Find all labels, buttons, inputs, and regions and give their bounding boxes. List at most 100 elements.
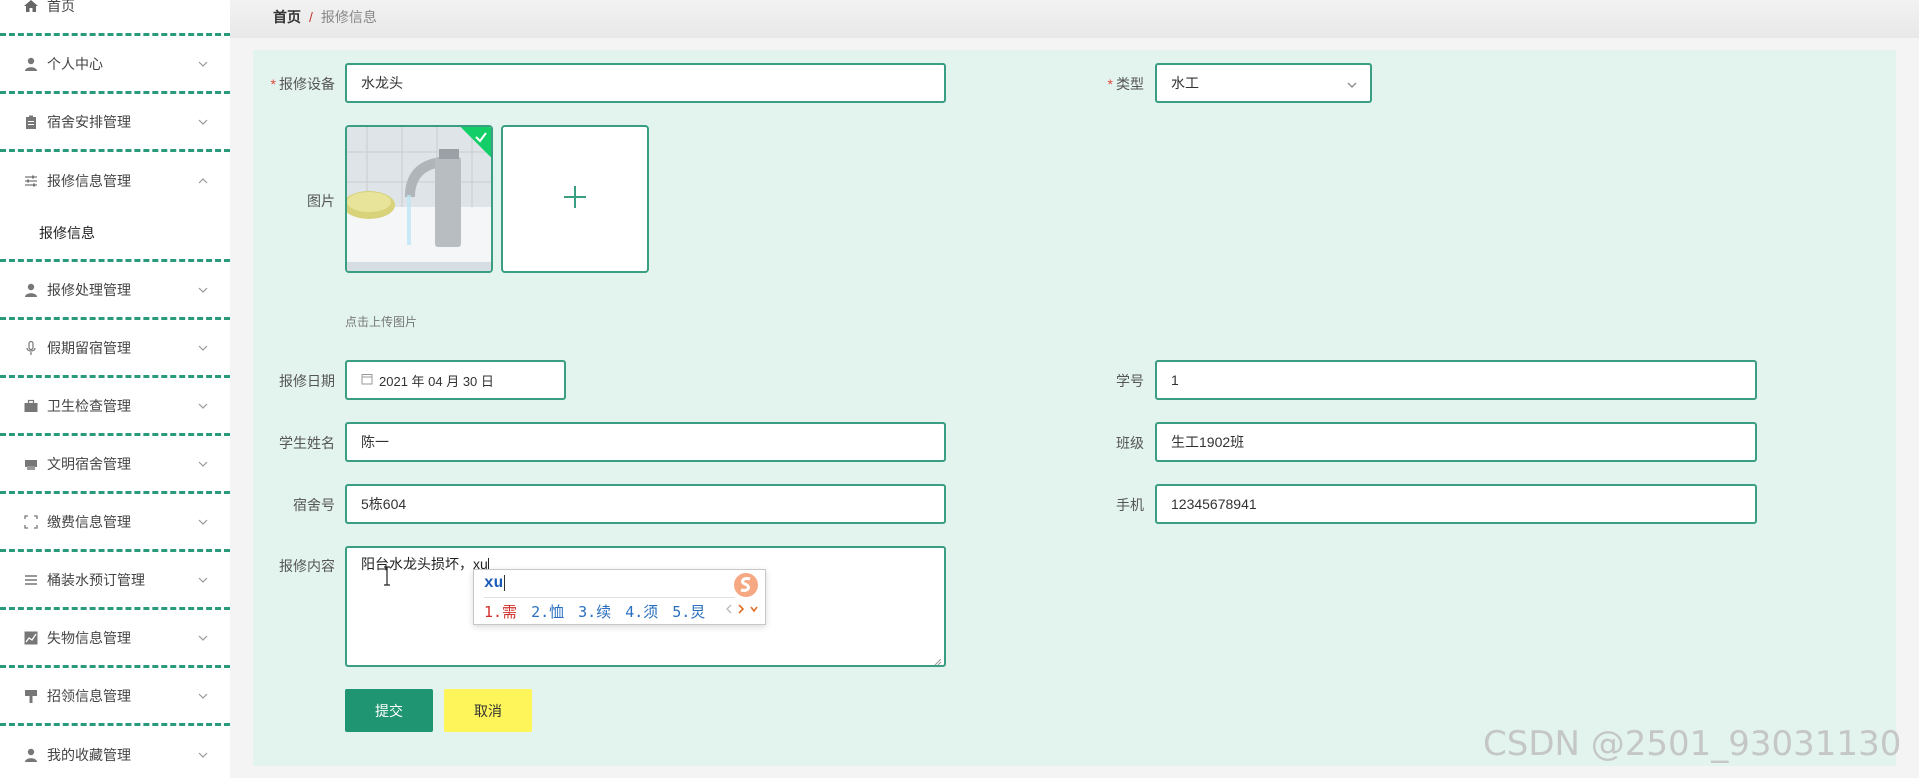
ime-pinyin: xu xyxy=(484,574,504,592)
briefcase-icon xyxy=(22,397,40,415)
sidebar-subitem-repair-info[interactable]: 报修信息 xyxy=(0,206,230,262)
phone-label: 手机 xyxy=(1116,497,1144,513)
breadcrumb-separator: / xyxy=(309,9,313,25)
type-select[interactable]: 水工 xyxy=(1155,63,1372,103)
dorm-input[interactable]: 5栋604 xyxy=(345,484,946,524)
faucet-photo xyxy=(347,127,491,271)
sidebar-item-water-order[interactable]: 桶装水预订管理 xyxy=(0,552,230,610)
breadcrumb-home-link[interactable]: 首页 xyxy=(273,7,301,27)
chevron-up-icon xyxy=(197,175,209,187)
class-label: 班级 xyxy=(1116,435,1144,451)
image-upload-button[interactable] xyxy=(501,125,649,273)
class-input[interactable]: 生工1902班 xyxy=(1155,422,1757,462)
sidebar-item-label: 失物信息管理 xyxy=(47,629,131,646)
sidebar-item-lost-items[interactable]: 失物信息管理 xyxy=(0,610,230,668)
sidebar-item-label: 文明宿舍管理 xyxy=(47,455,131,472)
chevron-down-icon xyxy=(197,632,209,644)
ime-candidate-list: 1.需 2.恤 3.续 4.须 5.炅 xyxy=(484,601,705,622)
required-asterisk: * xyxy=(1107,76,1113,92)
sidebar-item-dorm-arrangement[interactable]: 宿舍安排管理 xyxy=(0,94,230,152)
ime-candidate[interactable]: 3.续 xyxy=(578,601,611,622)
sidebar-item-home[interactable]: 首页 xyxy=(0,0,230,36)
sidebar-item-holiday-stay[interactable]: 假期留宿管理 xyxy=(0,320,230,378)
sidebar-item-hygiene-check[interactable]: 卫生检查管理 xyxy=(0,378,230,436)
sidebar-item-label: 缴费信息管理 xyxy=(47,513,131,530)
chevron-down-icon xyxy=(197,690,209,702)
chevron-left-icon[interactable] xyxy=(725,603,733,618)
type-select-value: 水工 xyxy=(1171,75,1199,91)
plus-icon xyxy=(562,184,588,215)
sidebar-item-favorites[interactable]: 我的收藏管理 xyxy=(0,726,230,778)
device-input[interactable]: 水龙头 xyxy=(345,63,946,103)
device-label: * 报修设备 xyxy=(270,76,335,92)
sidebar-item-civilized-dorm[interactable]: 文明宿舍管理 xyxy=(0,436,230,494)
ime-candidate[interactable]: 1.需 xyxy=(484,601,517,622)
ibeam-cursor-icon xyxy=(382,566,392,586)
date-label: 报修日期 xyxy=(279,373,335,389)
sidebar-item-label: 我的收藏管理 xyxy=(47,747,131,763)
chevron-down-icon xyxy=(197,574,209,586)
dorm-label: 宿舍号 xyxy=(293,497,335,513)
sidebar-item-label: 桶装水预订管理 xyxy=(47,571,145,588)
chevron-right-icon[interactable] xyxy=(737,603,745,618)
chevron-down-icon xyxy=(1346,78,1358,90)
student-name-input[interactable]: 陈一 xyxy=(345,422,946,462)
ime-divider xyxy=(484,597,735,598)
resize-handle-icon[interactable] xyxy=(932,653,942,666)
date-value: 2021 年 04 月 30 日 xyxy=(379,373,494,389)
ime-candidate[interactable]: 4.须 xyxy=(625,601,658,622)
chevron-down-icon[interactable] xyxy=(749,603,759,618)
content-text: 阳台水龙头损坏，xu xyxy=(361,556,488,572)
top-bar: 首页 / 报修信息 xyxy=(230,0,1919,38)
chevron-down-icon xyxy=(197,516,209,528)
submit-button[interactable]: 提交 xyxy=(345,689,433,732)
breadcrumb-current: 报修信息 xyxy=(320,9,377,25)
ime-candidate-window: xu 1.需 2.恤 3.续 4.须 5.炅 xyxy=(473,569,766,625)
list-icon xyxy=(22,571,40,589)
clipboard-icon xyxy=(22,113,40,131)
sidebar-item-repair-handling[interactable]: 报修处理管理 xyxy=(0,262,230,320)
ime-candidate[interactable]: 2.恤 xyxy=(531,601,564,622)
sidebar-item-fee-info[interactable]: 缴费信息管理 xyxy=(0,494,230,552)
content-label: 报修内容 xyxy=(279,558,335,574)
phone-input[interactable]: 12345678941 xyxy=(1155,484,1757,524)
uploaded-image-faucet[interactable] xyxy=(345,125,493,273)
sogou-logo-icon xyxy=(731,570,761,600)
chevron-down-icon xyxy=(197,400,209,412)
check-icon xyxy=(474,130,488,144)
chevron-down-icon xyxy=(197,58,209,70)
sidebar-item-label: 报修处理管理 xyxy=(47,281,131,298)
sidebar-item-label: 宿舍安排管理 xyxy=(47,113,131,130)
sidebar-item-repair-management[interactable]: 报修信息管理 xyxy=(0,152,230,210)
chart-icon xyxy=(22,629,40,647)
student-no-label: 学号 xyxy=(1116,373,1144,389)
calendar-icon xyxy=(361,373,373,388)
sidebar-item-label: 报修信息管理 xyxy=(47,173,131,189)
image-label: 图片 xyxy=(307,193,335,209)
user-icon xyxy=(22,746,40,764)
brush-icon xyxy=(22,687,40,705)
printer-icon xyxy=(22,455,40,473)
chevron-down-icon xyxy=(197,458,209,470)
microphone-icon xyxy=(22,339,40,357)
date-picker[interactable]: 2021 年 04 月 30 日 xyxy=(345,360,566,400)
sidebar-item-label: 假期留宿管理 xyxy=(47,339,131,356)
home-icon xyxy=(22,0,40,15)
chevron-down-icon xyxy=(197,749,209,761)
sidebar-item-claim-info[interactable]: 招领信息管理 xyxy=(0,668,230,726)
student-no-input[interactable]: 1 xyxy=(1155,360,1757,400)
sidebar-item-label: 个人中心 xyxy=(47,55,103,72)
upload-hint: 点击上传图片 xyxy=(345,315,418,329)
breadcrumb: 首页 / 报修信息 xyxy=(273,7,377,27)
ime-nav xyxy=(725,603,759,618)
required-asterisk: * xyxy=(270,76,276,92)
cancel-button[interactable]: 取消 xyxy=(444,689,532,732)
sliders-icon xyxy=(22,172,40,190)
sidebar-item-personal-center[interactable]: 个人中心 xyxy=(0,36,230,94)
chevron-down-icon xyxy=(197,342,209,354)
ime-candidate[interactable]: 5.炅 xyxy=(672,601,705,622)
csdn-watermark: CSDN @2501_93031130 xyxy=(1483,724,1902,764)
fullscreen-icon xyxy=(22,513,40,531)
chevron-down-icon xyxy=(197,116,209,128)
sidebar-item-label: 首页 xyxy=(47,0,75,14)
